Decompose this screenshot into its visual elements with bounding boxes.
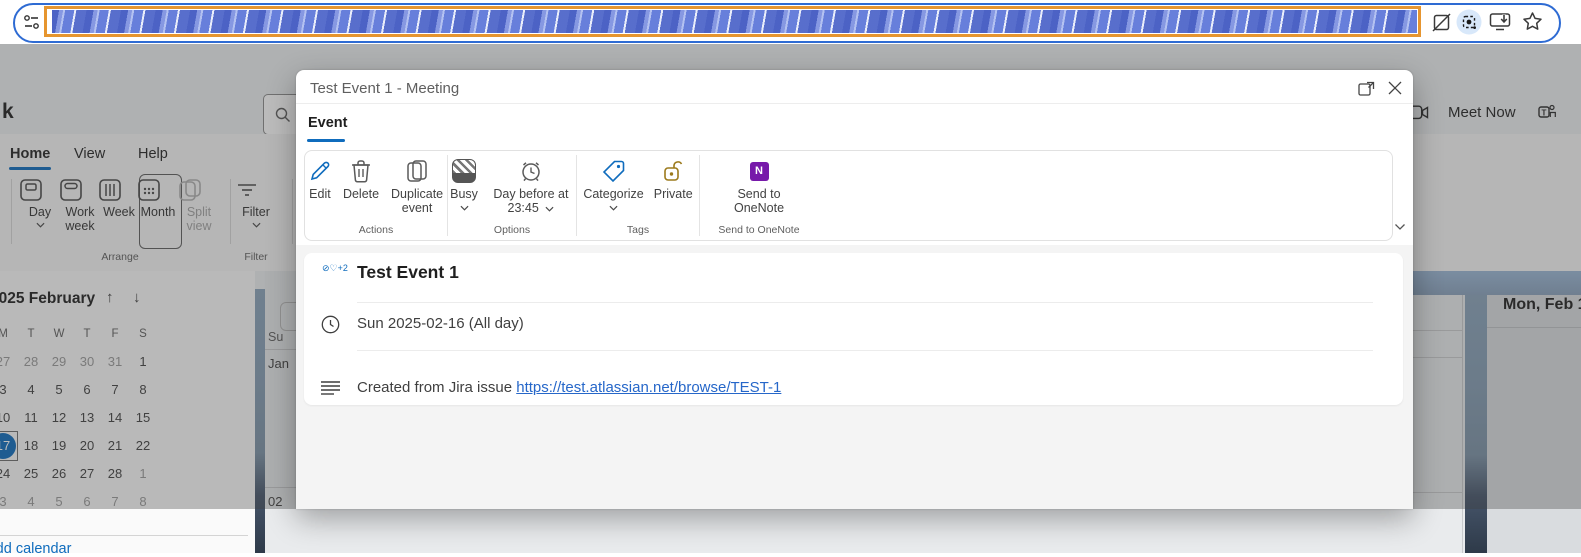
ribbon-collapse-chevron-icon[interactable] [1394,223,1406,231]
actions-group-label: Actions [359,224,393,236]
chevron-down-icon [460,205,469,211]
event-ribbon: Edit Delete Duplicate event Actions Busy [304,150,1393,241]
private-button[interactable]: Private [649,156,698,202]
chevron-down-icon [545,206,554,212]
description-text: Created from Jira issue [357,379,512,396]
tag-icon [601,156,627,186]
categorize-button[interactable]: Categorize [578,156,648,211]
url-scribble-redaction [52,10,1417,33]
delete-button[interactable]: Delete [338,156,384,202]
trash-icon [349,156,373,186]
notes-icon [321,380,340,396]
onenote-icon: N [750,156,769,186]
favorites-star-icon[interactable] [1522,11,1543,32]
chevron-down-icon [609,205,618,211]
screen: { "browser": { "icons": { "left": "toggl… [0,0,1581,509]
pencil-icon [307,156,333,186]
send-to-device-icon[interactable] [1489,12,1511,32]
options-group: Busy Day before at 23:45 Options [448,151,576,240]
toggle-switches-icon[interactable] [23,14,40,30]
unlock-icon [660,156,686,186]
copy-icon [404,156,430,186]
event-details-card: ⊘♡+2 Test Event 1 Sun 2025-02-16 (All da… [304,253,1403,405]
row-divider [357,350,1373,351]
reminder-time: 23:45 [508,201,539,215]
event-title: Test Event 1 [357,262,459,283]
event-popup: Test Event 1 - Meeting Event Edit Delete… [296,70,1413,509]
row-divider [357,302,1373,303]
onenote-group: N Send to OneNote Send to OneNote [700,151,818,240]
capture-blocked-icon[interactable] [1431,12,1452,33]
busy-status-icon [452,156,476,186]
event-description: Created from Jira issue https://test.atl… [357,379,781,396]
reminder-label: Day before at [493,187,568,201]
add-calendar-link[interactable]: Add calendar [0,541,71,557]
popup-window-title: Test Event 1 - Meeting [310,80,459,97]
tags-group: Categorize Private Tags [577,151,699,240]
alarm-clock-icon [518,156,544,186]
duplicate-event-button[interactable]: Duplicate event [384,156,450,215]
onenote-group-label: Send to OneNote [718,224,799,236]
popout-icon[interactable] [1358,81,1375,96]
address-bar-redacted-url[interactable] [44,6,1421,37]
popup-title-divider [296,103,1413,104]
event-tab-underline [307,139,345,142]
clock-icon [321,315,340,334]
event-tab[interactable]: Event [308,115,348,131]
reminder-button[interactable]: Day before at 23:45 [483,156,579,215]
edit-button[interactable]: Edit [302,156,338,202]
busy-status-button[interactable]: Busy [445,156,483,211]
close-icon[interactable] [1388,81,1402,95]
jira-issue-link[interactable]: https://test.atlassian.net/browse/TEST-1 [516,379,781,396]
send-to-onenote-button[interactable]: N Send to OneNote [719,156,799,215]
actions-group: Edit Delete Duplicate event Actions [305,151,447,240]
sidebar-divider [0,535,248,536]
screenshot-tool-icon[interactable] [1456,9,1482,35]
event-datetime: Sun 2025-02-16 (All day) [357,315,524,332]
options-group-label: Options [494,224,530,236]
browser-toolbar [0,0,1581,44]
tags-group-label: Tags [627,224,649,236]
event-glyphs-icon: ⊘♡+2 [322,264,339,272]
